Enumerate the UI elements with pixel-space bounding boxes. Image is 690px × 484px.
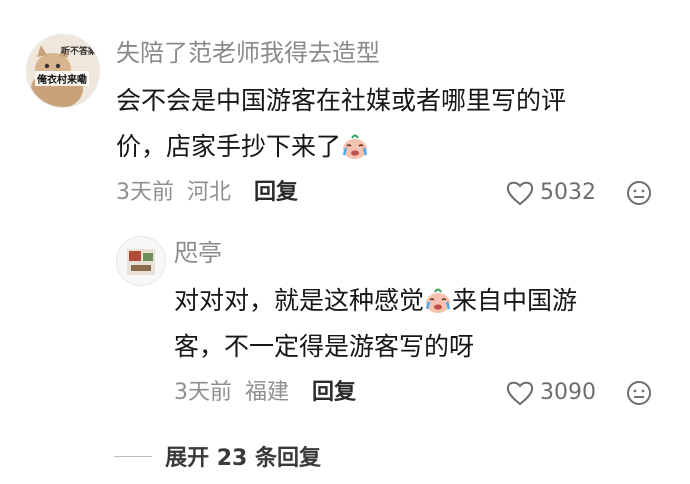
crying-face-icon: [342, 134, 368, 159]
dislike-face-icon[interactable]: [626, 380, 652, 406]
like-count: 5032: [540, 180, 596, 205]
avatar-caption-bottom: 俺衣村来嘞: [35, 71, 89, 86]
crying-face-icon: [425, 288, 451, 313]
reply-meta: 3天前 福建 回复: [174, 378, 356, 408]
comment-location: 河北: [187, 180, 232, 205]
reply-text-line1: 对对对，就是这种感觉 来自中国游: [174, 278, 577, 324]
heart-icon[interactable]: [506, 180, 534, 206]
avatar[interactable]: 听不答案 俺衣村来嘞: [26, 34, 100, 108]
reply-location: 福建: [245, 380, 290, 405]
reply-text-part2: 来自中国游: [452, 286, 578, 315]
reply-like-count: 3090: [540, 380, 596, 405]
comment-text-line2: 价，店家手抄下来了: [116, 124, 369, 170]
reply-avatar[interactable]: [116, 236, 166, 286]
expand-divider: [114, 455, 152, 457]
comment-text-line2-content: 价，店家手抄下来了: [116, 132, 342, 161]
reply-avatar-image: [117, 237, 165, 285]
comment-meta: 3天前 河北 回复: [116, 178, 298, 208]
avatar-caption-top: 听不答案: [61, 47, 98, 57]
comment-text-line1: 会不会是中国游客在社媒或者哪里写的评: [116, 86, 567, 115]
reply-text-line2: 客，不一定得是游客写的呀: [174, 332, 475, 361]
reply-username[interactable]: 咫亭: [174, 238, 222, 268]
dislike-face-icon[interactable]: [626, 180, 652, 206]
reply-text-part1: 对对对，就是这种感觉: [174, 286, 425, 315]
expand-replies-label[interactable]: 展开 23 条回复: [165, 446, 321, 471]
expand-replies[interactable]: 展开 23 条回复: [114, 440, 321, 472]
reply-reply-button[interactable]: 回复: [312, 380, 356, 405]
username[interactable]: 失陪了范老师我得去造型: [116, 38, 380, 68]
reply-time: 3天前: [174, 380, 232, 405]
reply-button[interactable]: 回复: [254, 180, 298, 205]
heart-icon[interactable]: [506, 380, 534, 406]
comment-time: 3天前: [116, 180, 174, 205]
